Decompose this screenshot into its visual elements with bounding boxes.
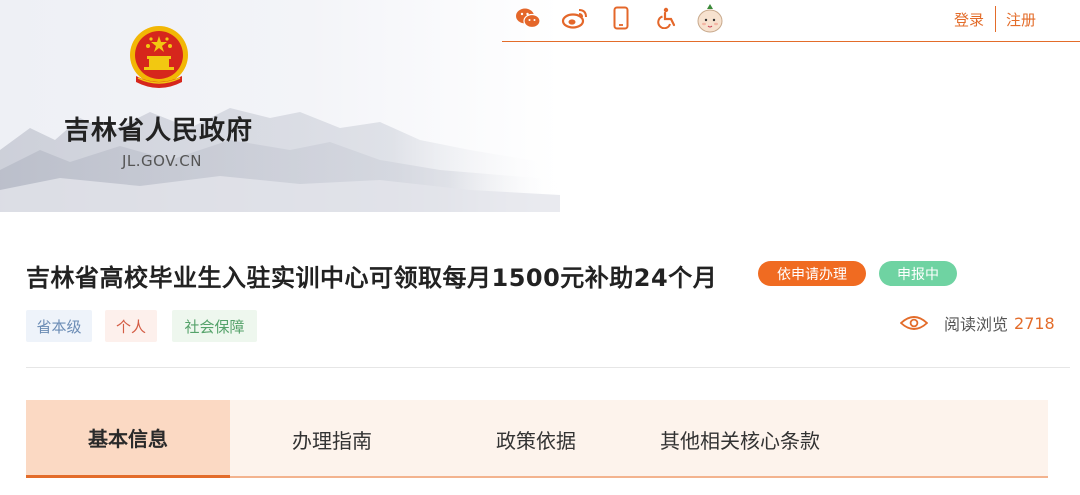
toolbar-divider [995, 6, 996, 32]
site-domain: JL.GOV.CN [122, 152, 203, 170]
tag-level[interactable]: 省本级 [26, 310, 92, 342]
view-counter: 阅读浏览 2718 [900, 311, 1055, 335]
mountain-landscape-image [0, 108, 560, 212]
tag-audience[interactable]: 个人 [105, 310, 157, 342]
eye-icon [900, 316, 928, 330]
top-toolbar: 登录 注册 [502, 0, 1080, 42]
section-divider [26, 367, 1070, 368]
detail-tabs: 基本信息 办理指南 政策依据 其他相关核心条款 [26, 400, 1048, 478]
wechat-icon[interactable] [514, 4, 542, 32]
article-title: 吉林省高校毕业生入驻实训中心可领取每月1500元补助24个月 [26, 264, 718, 292]
weibo-icon[interactable] [560, 4, 590, 32]
register-link[interactable]: 注册 [1006, 9, 1036, 30]
tab-handling-guide[interactable]: 办理指南 [230, 400, 434, 478]
tab-basic-info[interactable]: 基本信息 [26, 400, 230, 478]
mobile-icon[interactable] [610, 4, 632, 32]
accessibility-icon[interactable] [654, 4, 680, 32]
page: 吉林省人民政府 JL.GOV.CN 登录 注册 吉林省高校毕业生入驻实训中心可领… [0, 0, 1080, 495]
tag-category[interactable]: 社会保障 [172, 310, 257, 342]
mascot-icon[interactable] [694, 4, 726, 33]
views-count: 2718 [1014, 313, 1055, 333]
national-emblem-icon [130, 26, 188, 88]
site-title: 吉林省人民政府 [64, 116, 254, 146]
login-link[interactable]: 登录 [954, 9, 984, 30]
apply-type-badge: 依申请办理 [758, 261, 866, 286]
tab-policy-basis[interactable]: 政策依据 [434, 400, 638, 478]
status-badge: 申报中 [879, 261, 957, 286]
tab-other-clauses[interactable]: 其他相关核心条款 [638, 400, 842, 478]
views-label: 阅读浏览 [944, 315, 1009, 334]
